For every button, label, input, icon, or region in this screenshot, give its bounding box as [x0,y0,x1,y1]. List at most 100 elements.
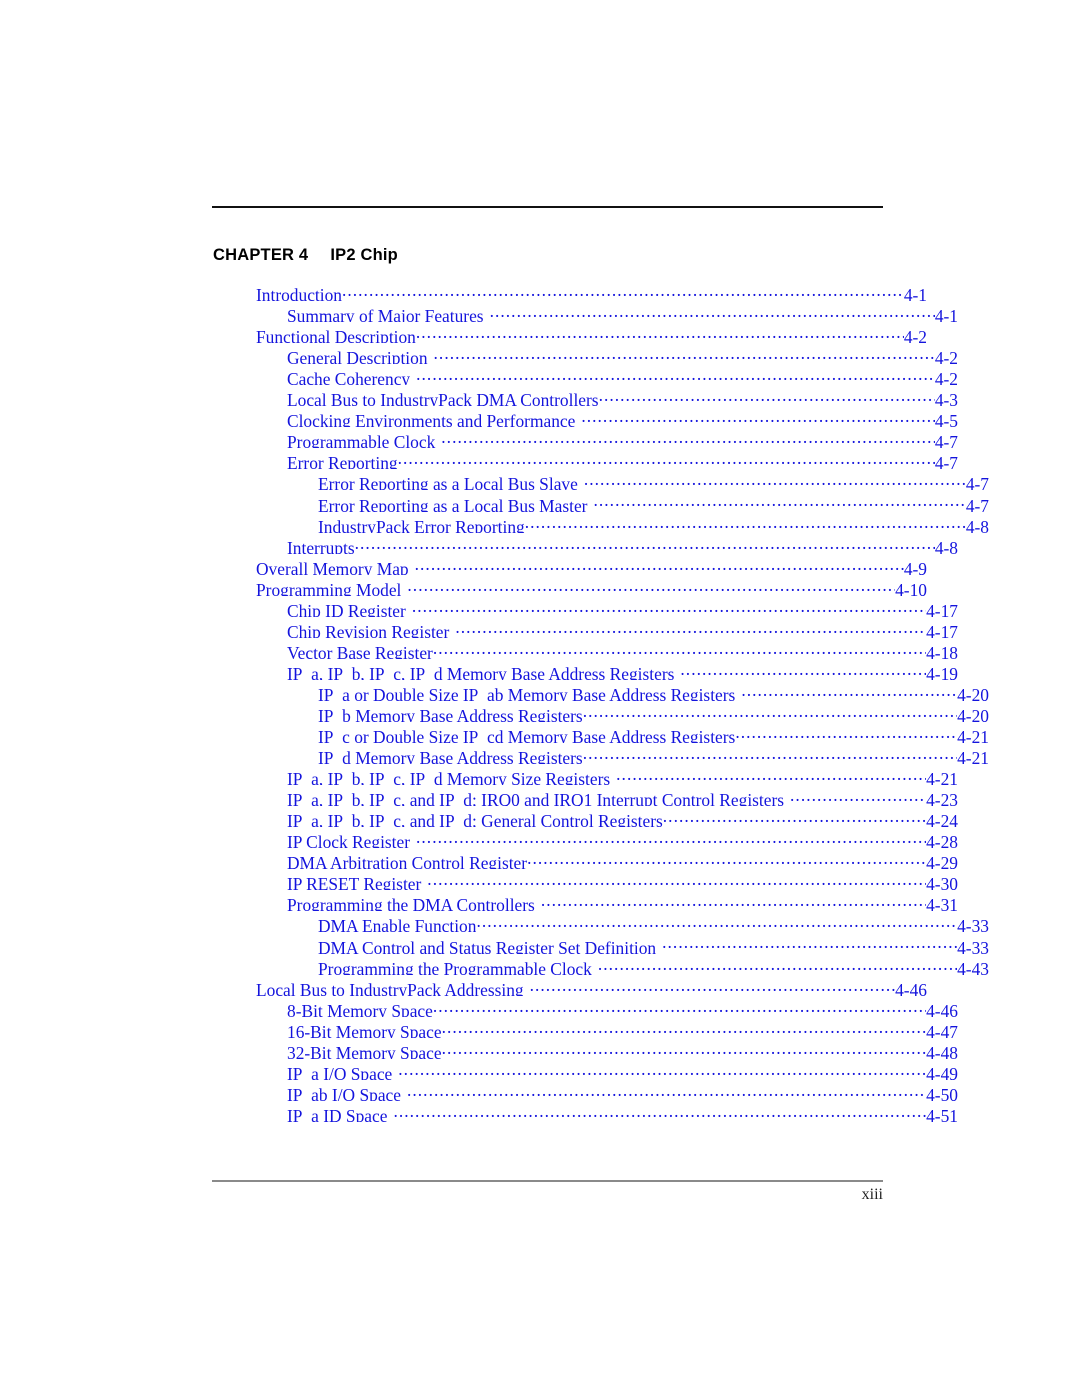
toc-entry-page-number: 4-23 [926,790,958,807]
toc-entry[interactable]: Interrupts 4-8 [212,533,958,554]
toc-dot-leader [416,364,935,385]
toc-entry-page-number: 4-1 [903,285,927,302]
toc-entry[interactable]: Error Reporting as a Local Bus Master 4-7 [212,490,989,511]
toc-dot-leader [433,638,926,659]
toc-entry[interactable]: General Description 4-2 [212,343,958,364]
toc-entry-page-number: 4-21 [957,748,989,765]
chapter-label: CHAPTER 4 [213,246,309,264]
toc-entry[interactable]: Programming the Programmable Clock 4-43 [212,954,989,975]
toc-entry[interactable]: 16-Bit Memory Space 4-47 [212,1017,958,1038]
toc-entry[interactable]: IP_a, IP_b, IP_c, and IP_d; IRQ0 and IRQ… [212,785,958,806]
toc-entry-page-number: 4-46 [895,979,927,996]
toc-entry[interactable]: IP_c or Double Size IP_cd Memory Base Ad… [212,722,989,743]
toc-entry[interactable]: IP_a, IP_b, IP_c, IP_d Memory Base Addre… [212,659,958,680]
toc-dot-leader [441,427,935,448]
toc-entry[interactable]: Local Bus to IndustryPack Addressing 4-46 [212,975,927,996]
toc-dot-leader [662,932,957,953]
toc-dot-leader [433,996,926,1017]
toc-entry[interactable]: Overall Memory Map 4-9 [212,554,927,575]
toc-entry-title: IP_d Memory Base Address Registers [318,748,583,765]
toc-dot-leader [393,1101,926,1122]
toc-dot-leader [407,575,895,596]
table-of-contents: Introduction 4-1Summary of Major Features… [212,280,989,1122]
toc-entry-title: Introduction [256,285,342,302]
toc-entry-page-number: 4-46 [926,1000,958,1017]
toc-dot-leader [593,490,965,511]
toc-entry[interactable]: IP_b Memory Base Address Registers 4-20 [212,701,989,722]
toc-entry-title: Programming the Programmable Clock [318,958,592,975]
toc-entry[interactable]: Programmable Clock 4-7 [212,427,958,448]
toc-entry[interactable]: 32-Bit Memory Space 4-48 [212,1038,958,1059]
toc-entry-page-number: 4-9 [903,558,927,575]
toc-entry[interactable]: Summary of Major Features 4-1 [212,301,958,322]
toc-entry-page-number: 4-17 [926,600,958,617]
toc-dot-leader [680,659,926,680]
toc-entry[interactable]: IP_a or Double Size IP_ab Memory Base Ad… [212,680,989,701]
toc-entry[interactable]: DMA Enable Function 4-33 [212,911,989,932]
toc-dot-leader [583,701,957,722]
toc-entry[interactable]: IP_a, IP_b, IP_c, IP_d Memory Size Regis… [212,764,958,785]
toc-dot-leader [527,848,926,869]
toc-entry-page-number: 4-28 [926,832,958,849]
toc-entry[interactable]: IP_a, IP_b, IP_c, and IP_d; General Cont… [212,806,958,827]
toc-entry[interactable]: Clocking Environments and Performance 4-5 [212,406,958,427]
toc-entry-page-number: 4-51 [926,1105,958,1122]
toc-entry-page-number: 4-17 [926,621,958,638]
toc-entry[interactable]: DMA Arbitration Control Register 4-29 [212,848,958,869]
toc-entry-title: IP_a, IP_b, IP_c, and IP_d; General Cont… [287,811,663,828]
toc-dot-leader [355,533,935,554]
toc-entry-title: IndustryPack Error Reporting [318,516,525,533]
toc-dot-leader [598,954,957,975]
toc-entry-page-number: 4-5 [934,411,958,428]
toc-entry-title: Chip ID Register [287,600,406,617]
toc-entry[interactable]: Introduction 4-1 [212,280,927,301]
toc-entry-page-number: 4-47 [926,1021,958,1038]
toc-entry[interactable]: Programming Model 4-10 [212,575,927,596]
toc-dot-leader [398,448,935,469]
toc-entry[interactable]: IndustryPack Error Reporting 4-8 [212,512,989,533]
toc-entry[interactable]: Local Bus to IndustryPack DMA Controller… [212,385,958,406]
toc-entry[interactable]: IP_ab I/O Space 4-50 [212,1080,958,1101]
toc-entry[interactable]: Functional Description 4-2 [212,322,927,343]
toc-entry[interactable]: DMA Control and Status Register Set Defi… [212,932,989,953]
toc-entry-title: IP_a I/O Space [287,1063,393,1080]
toc-entry-page-number: 4-18 [926,642,958,659]
toc-entry[interactable]: IP_a ID Space 4-51 [212,1101,958,1122]
toc-entry[interactable]: Chip ID Register 4-17 [212,596,958,617]
toc-entry-title: DMA Arbitration Control Register [287,853,528,870]
toc-entry-title: Chip Revision Register [287,621,450,638]
toc-entry-title: Programming Model [256,579,402,596]
toc-entry[interactable]: Chip Revision Register 4-17 [212,617,958,638]
toc-entry-page-number: 4-49 [926,1063,958,1080]
toc-entry-page-number: 4-50 [926,1084,958,1101]
toc-entry[interactable]: Cache Coherency 4-2 [212,364,958,385]
toc-dot-leader [584,469,966,490]
toc-entry-page-number: 4-10 [895,579,927,596]
toc-dot-leader [455,617,926,638]
toc-entry[interactable]: Vector Base Register 4-18 [212,638,958,659]
toc-entry[interactable]: IP_a I/O Space 4-49 [212,1059,958,1080]
toc-entry[interactable]: IP_d Memory Base Address Registers 4-21 [212,743,989,764]
toc-entry-page-number: 4-20 [957,684,989,701]
toc-entry[interactable]: 8-Bit Memory Space 4-46 [212,996,958,1017]
toc-entry[interactable]: IP Clock Register 4-28 [212,827,958,848]
toc-entry-page-number: 4-7 [934,453,958,470]
toc-entry-page-number: 4-24 [926,811,958,828]
toc-entry-page-number: 4-33 [957,937,989,954]
toc-entry-page-number: 4-2 [903,327,927,344]
toc-dot-leader [416,322,904,343]
header-rule [212,206,883,208]
toc-entry[interactable]: Error Reporting 4-7 [212,448,958,469]
toc-entry[interactable]: Programming the DMA Controllers 4-31 [212,890,958,911]
toc-entry-page-number: 4-8 [934,537,958,554]
toc-entry[interactable]: IP RESET Register 4-30 [212,869,958,890]
toc-dot-leader [427,869,926,890]
toc-entry-page-number: 4-21 [957,727,989,744]
toc-entry-page-number: 4-48 [926,1042,958,1059]
toc-entry-title: DMA Enable Function [318,916,477,933]
toc-entry-title: Cache Coherency [287,369,411,386]
toc-dot-leader [476,911,957,932]
toc-entry[interactable]: Error Reporting as a Local Bus Slave 4-7 [212,469,989,490]
toc-entry-title: IP_a, IP_b, IP_c, IP_d Memory Base Addre… [287,663,675,680]
toc-entry-page-number: 4-21 [926,769,958,786]
